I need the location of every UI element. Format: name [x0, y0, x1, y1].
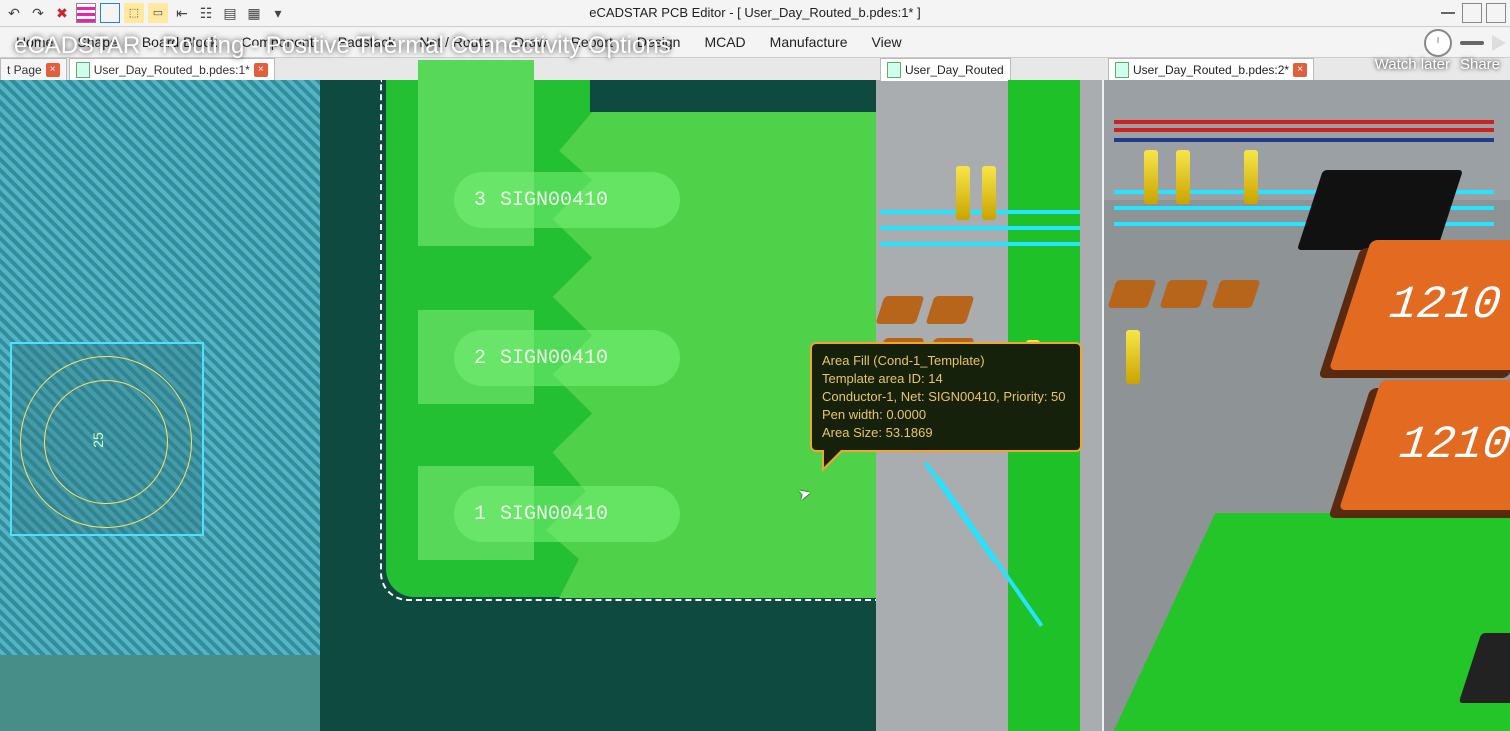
viewport-3d-b[interactable]: User_Day_Routed_b.pdes:2* × 1210 1210: [1104, 80, 1510, 731]
minimize-child-icon[interactable]: [1438, 3, 1458, 23]
pin-index: 3: [474, 189, 486, 212]
highlight-icon[interactable]: ▭: [148, 3, 168, 23]
via-post-3d: [1144, 150, 1158, 204]
via-post-3d: [1244, 150, 1258, 204]
select-icon[interactable]: ⬚: [124, 3, 144, 23]
close-icon[interactable]: ×: [1293, 63, 1307, 77]
via-post-3d: [1176, 150, 1190, 204]
tooltip-line: Conductor-1, Net: SIGN00410, Priority: 5…: [822, 388, 1070, 406]
window-titlebar: ↶ ↷ ✖ ⬚ ▭ ⇤ ☷ ▤ ▦ ▾ eCADSTAR PCB Editor …: [0, 0, 1510, 27]
smd-pad[interactable]: [418, 60, 534, 154]
tooltip-line: Area Size: 53.1869: [822, 424, 1070, 442]
document-icon: [1115, 62, 1129, 78]
smd-component-3d: [925, 296, 974, 324]
progress-icon: [1460, 41, 1484, 45]
window-controls: [1434, 0, 1510, 26]
trace: [1114, 138, 1494, 142]
trace: [1114, 128, 1494, 132]
watch-later-button[interactable]: Watch later: [1375, 56, 1450, 78]
youtube-overlay: Watch later Share: [1365, 54, 1510, 80]
via-post-3d: [1126, 330, 1140, 384]
forward-icon[interactable]: [1492, 35, 1506, 51]
via-post-3d: [956, 166, 970, 220]
delete-icon[interactable]: ✖: [52, 3, 72, 23]
tooltip-line: Template area ID: 14: [822, 370, 1070, 388]
menu-manufacture[interactable]: Manufacture: [758, 30, 860, 54]
drc-icon[interactable]: ▦: [244, 3, 264, 23]
menu-view[interactable]: View: [860, 30, 914, 54]
document-icon: [887, 62, 901, 78]
viewport-main-2d[interactable]: 3 SIGN00410 2 SIGN00410 1 SIGN00410 ➤: [320, 80, 876, 731]
smd-component-3d: [875, 296, 924, 324]
tab-user-day-routed-2[interactable]: User_Day_Routed: [880, 58, 1011, 81]
editor-canvas[interactable]: 25 3 SIGN00410 2 SIGN00410 1 SIGN00410 ➤…: [0, 80, 1510, 731]
net-name: SIGN00410: [500, 503, 608, 526]
via-label: 25: [90, 432, 106, 448]
tab-label: t Page: [7, 63, 42, 77]
trace: [1114, 120, 1494, 124]
close-icon[interactable]: ×: [254, 63, 268, 77]
ic-chip-3d: [1297, 170, 1463, 250]
pin-index: 2: [474, 347, 486, 370]
net-name: SIGN00410: [500, 347, 608, 370]
window-title: eCADSTAR PCB Editor - [ User_Day_Routed_…: [589, 5, 920, 20]
tab-label: User_Day_Routed: [905, 63, 1004, 77]
pin-index: 1: [474, 503, 486, 526]
grid-icon[interactable]: [76, 3, 96, 23]
more-tools-dropdown-icon[interactable]: ▾: [268, 3, 288, 23]
tooltip-line: Area Fill (Cond-1_Template): [822, 352, 1070, 370]
trace: [880, 242, 1080, 246]
hover-tooltip: Area Fill (Cond-1_Template) Template are…: [810, 342, 1082, 452]
tooltip-line: Pen width: 0.0000: [822, 406, 1070, 424]
net-label-pill[interactable]: 2 SIGN00410: [454, 330, 680, 386]
clock-icon[interactable]: [1424, 29, 1452, 57]
redo-icon[interactable]: ↷: [28, 3, 48, 23]
trace: [880, 226, 1080, 230]
tab-user-day-routed-1[interactable]: User_Day_Routed_b.pdes:1* ×: [69, 58, 275, 81]
tab-user-day-routed-3[interactable]: User_Day_Routed_b.pdes:2* ×: [1108, 58, 1314, 81]
video-title-overlay: eCADSTAR - Routing - Positive Thermal Co…: [14, 32, 671, 60]
board-gap: [590, 80, 876, 112]
trace: [880, 210, 1080, 214]
close-child-icon[interactable]: [1486, 3, 1506, 23]
quick-access-toolbar: ↶ ↷ ✖ ⬚ ▭ ⇤ ☷ ▤ ▦ ▾: [0, 0, 292, 26]
tab-label: User_Day_Routed_b.pdes:2*: [1133, 63, 1289, 77]
restore-child-icon[interactable]: [1462, 3, 1482, 23]
close-icon[interactable]: ×: [46, 63, 60, 77]
net-label-pill[interactable]: 1 SIGN00410: [454, 486, 680, 542]
document-icon: [76, 62, 90, 78]
measure-icon[interactable]: ⇤: [172, 3, 192, 23]
net-label-pill[interactable]: 3 SIGN00410: [454, 172, 680, 228]
undo-icon[interactable]: ↶: [4, 3, 24, 23]
viewport-left[interactable]: 25: [0, 80, 320, 731]
share-button[interactable]: Share: [1460, 56, 1500, 78]
menu-mcad[interactable]: MCAD: [692, 30, 757, 54]
via-post-3d: [982, 166, 996, 220]
tab-start-page[interactable]: t Page ×: [0, 58, 67, 81]
layers-icon[interactable]: ☷: [196, 3, 216, 23]
via-inner-circle: [44, 380, 168, 504]
tab-label: User_Day_Routed_b.pdes:1*: [94, 63, 250, 77]
zoom-window-icon[interactable]: [100, 3, 120, 23]
net-name: SIGN00410: [500, 189, 608, 212]
report-icon[interactable]: ▤: [220, 3, 240, 23]
